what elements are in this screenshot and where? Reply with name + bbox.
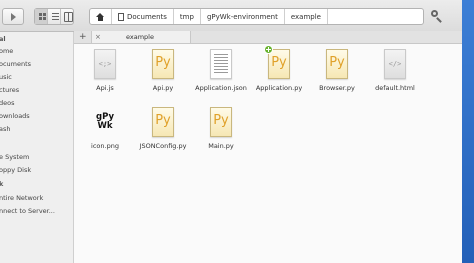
tab-example[interactable]: × example xyxy=(91,31,191,43)
file-item-application-py[interactable]: Py Application.py xyxy=(249,45,309,92)
sidebar-item-floppy-disk[interactable]: oppy Disk xyxy=(0,164,73,176)
new-badge-icon xyxy=(264,45,273,54)
tab-bar: + × example xyxy=(74,31,462,44)
breadcrumb: Documents tmp gPyWk-environment example xyxy=(89,8,424,25)
breadcrumb-documents[interactable]: Documents xyxy=(112,9,174,24)
file-item-main-py[interactable]: Py Main.py xyxy=(191,107,251,150)
breadcrumb-label: example xyxy=(290,12,321,21)
sidebar-item-file-system[interactable]: e System xyxy=(0,151,73,163)
file-name: icon.png xyxy=(91,142,119,150)
column-view-button[interactable] xyxy=(61,9,73,24)
sidebar-item-home[interactable]: ome xyxy=(0,45,73,57)
python-file-icon: Py xyxy=(264,45,292,80)
sidebar-item-documents[interactable]: ocuments xyxy=(0,58,73,70)
file-grid: <;> Api.js Py Api.py Application.json Py… xyxy=(74,44,462,263)
close-icon[interactable]: × xyxy=(95,31,101,43)
breadcrumb-label: tmp xyxy=(179,12,194,21)
breadcrumb-home[interactable] xyxy=(90,9,112,24)
icon-view-button[interactable] xyxy=(35,9,48,24)
sidebar-item-entire-network[interactable]: ntire Network xyxy=(0,192,73,204)
file-item-api-py[interactable]: Py Api.py xyxy=(133,49,193,92)
file-name: Application.py xyxy=(255,84,303,92)
file-manager-window: Documents tmp gPyWk-environment example … xyxy=(0,0,462,263)
sidebar-heading-personal: al xyxy=(0,35,6,43)
tab-label: example xyxy=(126,33,154,41)
breadcrumb-tmp[interactable]: tmp xyxy=(174,9,201,24)
python-file-icon: Py xyxy=(324,49,350,80)
file-name: default.html xyxy=(375,84,415,92)
home-icon xyxy=(96,12,105,21)
file-item-application-json[interactable]: Application.json xyxy=(191,49,251,92)
forward-button[interactable] xyxy=(2,8,24,25)
view-switcher xyxy=(34,8,74,25)
file-name: Main.py xyxy=(208,142,234,150)
sidebar-item-pictures[interactable]: ctures xyxy=(0,84,73,96)
file-item-jsonconfig-py[interactable]: Py JSONConfig.py xyxy=(133,107,193,150)
list-icon xyxy=(52,13,59,20)
sidebar-item-downloads[interactable]: ownloads xyxy=(0,110,73,122)
sidebar-heading-network: k xyxy=(0,180,4,188)
file-name: Application.json xyxy=(195,84,247,92)
sidebar-item-music[interactable]: usic xyxy=(0,71,73,83)
search-button[interactable] xyxy=(430,9,445,24)
breadcrumb-label: gPyWk-environment xyxy=(206,12,278,21)
image-file-icon: gPy Wk xyxy=(95,112,114,131)
columns-icon xyxy=(64,12,73,22)
html-file-icon: </> xyxy=(382,49,408,80)
file-item-default-html[interactable]: </> default.html xyxy=(365,49,425,92)
breadcrumb-label: Documents xyxy=(127,12,167,21)
forward-arrow-icon xyxy=(11,13,16,21)
file-name: Api.py xyxy=(152,84,174,92)
sidebar-item-trash[interactable]: ash xyxy=(0,123,73,135)
grid-icon xyxy=(39,13,46,20)
file-item-icon-png[interactable]: gPy Wk icon.png xyxy=(75,107,135,151)
file-name: JSONConfig.py xyxy=(139,142,187,150)
js-file-icon: <;> xyxy=(92,49,118,80)
breadcrumb-example[interactable]: example xyxy=(285,9,328,24)
list-view-button[interactable] xyxy=(48,9,61,24)
document-icon xyxy=(118,12,124,21)
file-name: Browser.py xyxy=(319,84,355,92)
sidebar: al ome ocuments usic ctures deos ownload… xyxy=(0,32,74,263)
file-item-browser-py[interactable]: Py Browser.py xyxy=(307,49,367,92)
sidebar-item-videos[interactable]: deos xyxy=(0,97,73,109)
json-file-icon xyxy=(208,49,234,80)
file-item-api-js[interactable]: <;> Api.js xyxy=(75,49,135,92)
python-file-icon: Py xyxy=(208,107,234,138)
sidebar-item-connect-to-server[interactable]: nnect to Server... xyxy=(0,205,73,217)
new-tab-button[interactable]: + xyxy=(79,31,87,43)
breadcrumb-gpywk-environment[interactable]: gPyWk-environment xyxy=(201,9,285,24)
file-name: Api.js xyxy=(96,84,114,92)
python-file-icon: Py xyxy=(150,49,176,80)
header-bar: Documents tmp gPyWk-environment example xyxy=(0,0,462,32)
desktop-background xyxy=(462,0,474,263)
python-file-icon: Py xyxy=(150,107,176,138)
